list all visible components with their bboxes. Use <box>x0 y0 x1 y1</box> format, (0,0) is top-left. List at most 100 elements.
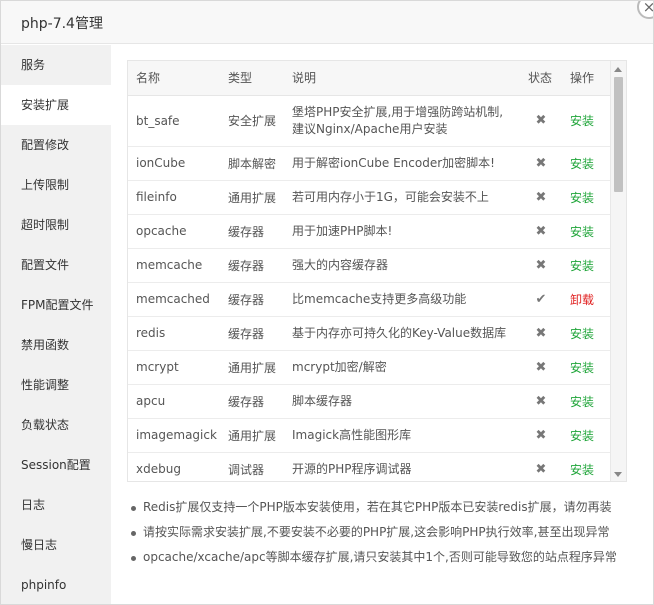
ext-name: redis <box>128 316 220 351</box>
ext-type: 通用扩展 <box>220 180 284 215</box>
sidebar: 服务 安装扩展 配置修改 上传限制 超时限制 配置文件 FPM配置文件 禁用函数… <box>1 45 111 604</box>
ext-desc: 若可用内存小于1G，可能会安装不上 <box>284 180 520 215</box>
notes-list: Redis扩展仅支持一个PHP版本安装使用，若在其它PHP版本已安装redis扩… <box>127 500 647 575</box>
table-row: mcrypt 通用扩展 mcrypt加密/解密 ✖ 安装 <box>128 350 612 385</box>
sidebar-item-fpm-config-file[interactable]: FPM配置文件 <box>1 285 111 325</box>
ext-type: 安全扩展 <box>220 95 284 147</box>
sidebar-item-session-config[interactable]: Session配置 <box>1 445 111 485</box>
ext-desc: 强大的内容缓存器 <box>284 248 520 283</box>
header-desc: 说明 <box>284 61 520 96</box>
table-row: opcache 缓存器 用于加速PHP脚本! ✖ 安装 <box>128 214 612 249</box>
uninstall-button[interactable]: 卸载 <box>562 282 612 317</box>
table-row: imagemagick 通用扩展 Imagick高性能图形库 ✖ 安装 <box>128 418 612 453</box>
ext-name: memcached <box>128 282 220 317</box>
status-not-installed-icon: ✖ <box>520 452 562 481</box>
sidebar-item-phpinfo[interactable]: phpinfo <box>1 565 111 604</box>
ext-type: 通用扩展 <box>220 350 284 385</box>
status-not-installed-icon: ✖ <box>520 146 562 181</box>
extensions-table-container: 名称 类型 说明 状态 操作 bt_safe 安全扩展 堡塔PHP安全扩展,用于… <box>127 60 627 482</box>
main-content: 名称 类型 说明 状态 操作 bt_safe 安全扩展 堡塔PHP安全扩展,用于… <box>111 45 653 604</box>
table-row: bt_safe 安全扩展 堡塔PHP安全扩展,用于增强防跨站机制, 建议Nginx… <box>128 95 612 147</box>
ext-type: 缓存器 <box>220 248 284 283</box>
status-not-installed-icon: ✖ <box>520 384 562 419</box>
table-header-row: 名称 类型 说明 状态 操作 <box>128 61 612 96</box>
ext-type: 调试器 <box>220 452 284 481</box>
scroll-thumb[interactable] <box>614 77 623 192</box>
dialog-title: php-7.4管理 <box>21 16 103 32</box>
install-button[interactable]: 安装 <box>562 214 612 249</box>
header-type: 类型 <box>220 61 284 96</box>
install-button[interactable]: 安装 <box>562 418 612 453</box>
table-row: apcu 缓存器 脚本缓存器 ✖ 安装 <box>128 384 612 419</box>
ext-name: mcrypt <box>128 350 220 385</box>
note-item: opcache/xcache/apc等脚本缓存扩展,请只安装其中1个,否则可能导… <box>127 550 647 575</box>
table-row: memcache 缓存器 强大的内容缓存器 ✖ 安装 <box>128 248 612 283</box>
ext-name: fileinfo <box>128 180 220 215</box>
install-button[interactable]: 安装 <box>562 248 612 283</box>
table-row: redis 缓存器 基于内存亦可持久化的Key-Value数据库 ✖ 安装 <box>128 316 612 351</box>
ext-type: 缓存器 <box>220 384 284 419</box>
install-button[interactable]: 安装 <box>562 350 612 385</box>
sidebar-item-log[interactable]: 日志 <box>1 485 111 525</box>
table-row: fileinfo 通用扩展 若可用内存小于1G，可能会安装不上 ✖ 安装 <box>128 180 612 215</box>
note-item: 请按实际需求安装扩展,不要安装不必要的PHP扩展,这会影响PHP执行效率,甚至出… <box>127 525 647 550</box>
php-manager-dialog: php-7.4管理 × 服务 安装扩展 配置修改 上传限制 超时限制 配置文件 … <box>0 0 654 605</box>
status-not-installed-icon: ✖ <box>520 316 562 351</box>
ext-desc: 开源的PHP程序调试器 <box>284 452 520 481</box>
extensions-table: 名称 类型 说明 状态 操作 bt_safe 安全扩展 堡塔PHP安全扩展,用于… <box>128 61 612 481</box>
ext-name: memcache <box>128 248 220 283</box>
status-not-installed-icon: ✖ <box>520 95 562 147</box>
ext-desc-line2: 建议Nginx/Apache用户安装 <box>292 121 448 136</box>
install-button[interactable]: 安装 <box>562 384 612 419</box>
ext-desc: 比memcache支持更多高级功能 <box>284 282 520 317</box>
sidebar-item-config-file[interactable]: 配置文件 <box>1 245 111 285</box>
ext-desc: mcrypt加密/解密 <box>284 350 520 385</box>
scroll-up-arrow-icon[interactable] <box>614 67 622 72</box>
sidebar-item-performance-tuning[interactable]: 性能调整 <box>1 365 111 405</box>
status-not-installed-icon: ✖ <box>520 418 562 453</box>
table-row: ionCube 脚本解密 用于解密ionCube Encoder加密脚本! ✖ … <box>128 146 612 181</box>
sidebar-item-disabled-functions[interactable]: 禁用函数 <box>1 325 111 365</box>
status-not-installed-icon: ✖ <box>520 248 562 283</box>
ext-desc: 用于解密ionCube Encoder加密脚本! <box>284 146 520 181</box>
ext-name: opcache <box>128 214 220 249</box>
ext-type: 缓存器 <box>220 316 284 351</box>
table-row: xdebug 调试器 开源的PHP程序调试器 ✖ 安装 <box>128 452 612 481</box>
ext-desc: 基于内存亦可持久化的Key-Value数据库 <box>284 316 520 351</box>
ext-type: 脚本解密 <box>220 146 284 181</box>
sidebar-item-config-modify[interactable]: 配置修改 <box>1 125 111 165</box>
note-item: Redis扩展仅支持一个PHP版本安装使用，若在其它PHP版本已安装redis扩… <box>127 500 647 525</box>
ext-type: 缓存器 <box>220 282 284 317</box>
ext-desc: 堡塔PHP安全扩展,用于增强防跨站机制, 建议Nginx/Apache用户安装 <box>284 95 520 147</box>
ext-type: 缓存器 <box>220 214 284 249</box>
ext-name: xdebug <box>128 452 220 481</box>
install-button[interactable]: 安装 <box>562 95 612 147</box>
sidebar-item-load-status[interactable]: 负载状态 <box>1 405 111 445</box>
ext-name: imagemagick <box>128 418 220 453</box>
sidebar-item-slow-log[interactable]: 慢日志 <box>1 525 111 565</box>
dialog-titlebar: php-7.4管理 <box>1 1 653 44</box>
status-installed-check-icon: ✔ <box>520 282 562 317</box>
ext-desc: 脚本缓存器 <box>284 384 520 419</box>
header-status: 状态 <box>520 61 562 96</box>
status-not-installed-icon: ✖ <box>520 180 562 215</box>
sidebar-item-install-extensions[interactable]: 安装扩展 <box>1 85 111 125</box>
ext-name: bt_safe <box>128 95 220 147</box>
sidebar-item-service[interactable]: 服务 <box>1 45 111 85</box>
sidebar-item-upload-limit[interactable]: 上传限制 <box>1 165 111 205</box>
sidebar-item-timeout-limit[interactable]: 超时限制 <box>1 205 111 245</box>
table-row: memcached 缓存器 比memcache支持更多高级功能 ✔ 卸载 <box>128 282 612 317</box>
status-not-installed-icon: ✖ <box>520 214 562 249</box>
ext-name: ionCube <box>128 146 220 181</box>
install-button[interactable]: 安装 <box>562 316 612 351</box>
table-scrollbar[interactable] <box>610 61 626 481</box>
ext-desc: Imagick高性能图形库 <box>284 418 520 453</box>
scroll-down-arrow-icon[interactable] <box>614 472 622 477</box>
ext-desc: 用于加速PHP脚本! <box>284 214 520 249</box>
install-button[interactable]: 安装 <box>562 146 612 181</box>
status-not-installed-icon: ✖ <box>520 350 562 385</box>
ext-type: 通用扩展 <box>220 418 284 453</box>
install-button[interactable]: 安装 <box>562 180 612 215</box>
ext-desc-line1: 堡塔PHP安全扩展,用于增强防跨站机制, <box>292 104 504 119</box>
install-button[interactable]: 安装 <box>562 452 612 481</box>
